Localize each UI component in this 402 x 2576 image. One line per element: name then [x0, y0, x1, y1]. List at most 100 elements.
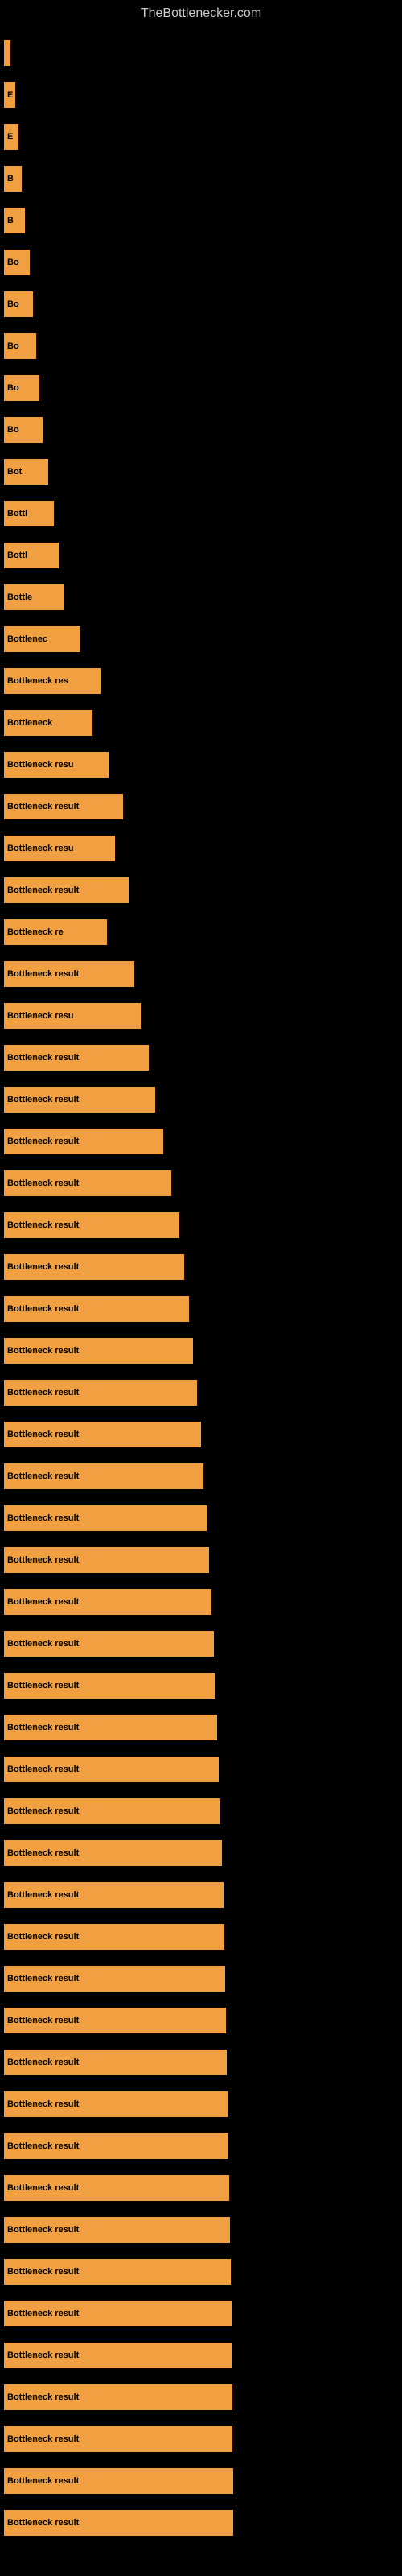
bar-label: Bottleneck result — [7, 2392, 79, 2402]
bar-label: B — [7, 174, 14, 184]
bar-label: Bo — [7, 383, 19, 393]
bar — [4, 40, 10, 66]
bar: Bo — [4, 375, 39, 401]
bar-row: Bottle — [4, 576, 398, 618]
bar: Bottlenec — [4, 626, 80, 652]
bar: Bottleneck result — [4, 2468, 233, 2494]
bar-row: Bottleneck re — [4, 911, 398, 953]
bar-row: Bottleneck resu — [4, 744, 398, 786]
bar-row: Bottleneck result — [4, 1707, 398, 1748]
bar: Bo — [4, 291, 33, 317]
bar-label: E — [7, 132, 13, 142]
bar-label: Bottleneck result — [7, 1723, 79, 1732]
bar-row: Bottleneck res — [4, 660, 398, 702]
bar: Bottleneck resu — [4, 752, 109, 778]
bar-label: Bottleneck result — [7, 1430, 79, 1439]
bar: Bottleneck result — [4, 1170, 171, 1196]
bar-label: Bottleneck result — [7, 886, 79, 895]
bar-label: Bottleneck result — [7, 969, 79, 979]
bar-row: E — [4, 116, 398, 158]
bar-row: Bottleneck result — [4, 2460, 398, 2502]
bar-row: Bot — [4, 451, 398, 493]
bar: Bottleneck result — [4, 1966, 225, 1992]
bar-label: Bottleneck result — [7, 2476, 79, 2486]
bar-label: Bottleneck result — [7, 2058, 79, 2067]
bar: Bottl — [4, 501, 54, 526]
bar-label: Bottleneck result — [7, 2099, 79, 2109]
bar-label: Bottleneck result — [7, 1053, 79, 1063]
bar-label: Bottleneck result — [7, 1179, 79, 1188]
bar-row: Bottleneck result — [4, 1623, 398, 1665]
bar: Bottleneck result — [4, 2343, 232, 2368]
bar-row: Bottleneck result — [4, 2293, 398, 2334]
bar-label: Bottleneck result — [7, 2016, 79, 2025]
bar-row: Bottleneck resu — [4, 828, 398, 869]
bar-label: Bottleneck resu — [7, 1011, 74, 1021]
bar: Bottleneck result — [4, 1589, 211, 1615]
bar-label: Bottleneck result — [7, 1346, 79, 1356]
bar: Bo — [4, 417, 43, 443]
bar: Bottleneck result — [4, 1338, 193, 1364]
bar: Bottleneck result — [4, 1882, 224, 1908]
bar-row: Bottleneck result — [4, 1372, 398, 1414]
bar-label: Bottleneck result — [7, 2225, 79, 2235]
bar-label: Bot — [7, 467, 22, 477]
bar-row: Bo — [4, 325, 398, 367]
bar: Bottleneck result — [4, 1422, 201, 1447]
bar-label: Bo — [7, 258, 19, 267]
bar-row: Bo — [4, 283, 398, 325]
bar: Bottleneck result — [4, 1840, 222, 1866]
bar-row: Bottleneck result — [4, 1204, 398, 1246]
bar-label: Bottle — [7, 592, 32, 602]
bar: Bottleneck result — [4, 2510, 233, 2536]
bar-row: Bottleneck result — [4, 2502, 398, 2544]
bar-row: Bottleneck result — [4, 1874, 398, 1916]
bar: Bottleneck result — [4, 2008, 226, 2033]
bar-label: Bottleneck result — [7, 1848, 79, 1858]
bar-label: Bottleneck result — [7, 1262, 79, 1272]
bar-row: Bottleneck result — [4, 2125, 398, 2167]
bar-label: Bottleneck result — [7, 1137, 79, 1146]
bar: Bottleneck result — [4, 1463, 203, 1489]
bar-row: Bottleneck result — [4, 2251, 398, 2293]
bar: Bottleneck result — [4, 1715, 217, 1740]
bar-row: Bottleneck result — [4, 1832, 398, 1874]
bar: B — [4, 166, 22, 192]
bar-row: Bottleneck result — [4, 1665, 398, 1707]
bar: Bottleneck re — [4, 919, 107, 945]
bar: Bottleneck result — [4, 794, 123, 819]
bar-row: Bo — [4, 409, 398, 451]
bar-row: Bottleneck result — [4, 1037, 398, 1079]
bar-row: Bottleneck result — [4, 1497, 398, 1539]
bar-label: Bo — [7, 299, 19, 309]
bar: Bottleneck result — [4, 2133, 228, 2159]
bar-label: Bottleneck — [7, 718, 52, 728]
bar-label: Bottleneck resu — [7, 844, 74, 853]
bar: Bottleneck result — [4, 2426, 232, 2452]
bar: Bottleneck result — [4, 1129, 163, 1154]
bar-label: Bottleneck result — [7, 1639, 79, 1649]
bar: Bottleneck result — [4, 1254, 184, 1280]
bar: Bottleneck result — [4, 1757, 219, 1782]
bar-row — [4, 32, 398, 74]
bar: Bottleneck result — [4, 2050, 227, 2075]
bar: Bottleneck result — [4, 1631, 214, 1657]
site-title: TheBottlenecker.com — [0, 0, 402, 27]
bar-row: Bottleneck result — [4, 2041, 398, 2083]
bar: Bottleneck result — [4, 1087, 155, 1113]
bar-label: B — [7, 216, 14, 225]
bar: Bottleneck result — [4, 1547, 209, 1573]
bar: Bottleneck result — [4, 2175, 229, 2201]
bar-label: Bottleneck result — [7, 2141, 79, 2151]
bar-label: Bottleneck res — [7, 676, 68, 686]
bar: Bottleneck result — [4, 1505, 207, 1531]
bar-row: Bottleneck result — [4, 1246, 398, 1288]
bar-label: Bottleneck result — [7, 802, 79, 811]
bar-row: Bottleneck result — [4, 1414, 398, 1455]
bar: Bottleneck result — [4, 1924, 224, 1950]
bar-row: Bottleneck result — [4, 2167, 398, 2209]
bar: Bottleneck result — [4, 1673, 215, 1699]
bar: Bottleneck result — [4, 2091, 228, 2117]
bar: Bot — [4, 459, 48, 485]
bar-label: Bottleneck result — [7, 1890, 79, 1900]
